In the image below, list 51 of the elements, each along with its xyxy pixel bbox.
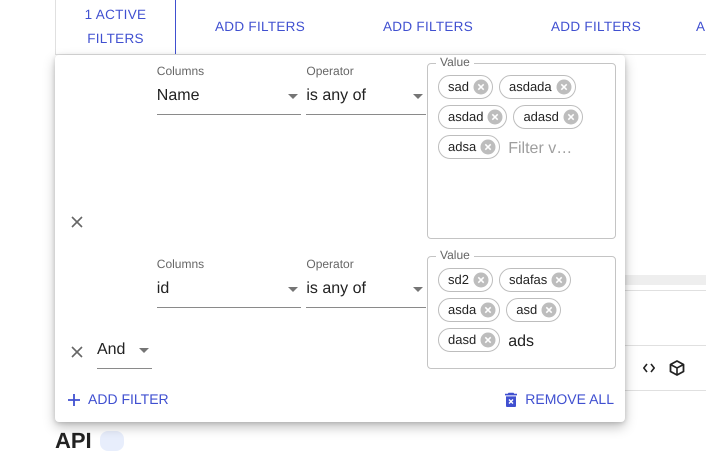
remove-icon[interactable]: [556, 79, 572, 95]
caret-icon: [138, 348, 149, 352]
value-chip[interactable]: sdafas: [498, 268, 572, 292]
field-label: Value: [436, 248, 474, 262]
remove-all-button[interactable]: REMOVE ALL: [503, 383, 616, 416]
remove-icon[interactable]: [551, 272, 568, 288]
value-chip[interactable]: dasd: [438, 328, 500, 352]
remove-icon[interactable]: [472, 79, 489, 95]
remove-icon[interactable]: [480, 332, 496, 348]
value-chip[interactable]: adsa: [438, 135, 500, 159]
remove-icon[interactable]: [480, 139, 496, 155]
toolbar-button[interactable]: ADD FILTERS: [344, 0, 512, 54]
operator-select[interactable]: is any of: [306, 271, 426, 308]
value-chip[interactable]: sad: [438, 75, 493, 99]
operator-select[interactable]: is any of: [306, 78, 426, 115]
value-chip[interactable]: asd: [506, 298, 562, 322]
page-heading: API: [55, 428, 92, 454]
toolbar-button[interactable]: ADD FILTERS: [512, 0, 680, 54]
trash-icon: [505, 392, 518, 407]
field-label: Columns: [156, 64, 206, 78]
field-label: Value: [436, 55, 474, 69]
value-chip[interactable]: asda: [438, 298, 500, 322]
cube-icon[interactable]: [669, 360, 685, 376]
remove-icon[interactable]: [487, 109, 504, 125]
caret-icon: [288, 94, 298, 98]
close-icon: [70, 346, 83, 358]
caret-icon: [413, 94, 424, 98]
field-label: Operator: [306, 64, 355, 78]
value-chip[interactable]: asdad: [438, 105, 508, 129]
value-chip[interactable]: sd2: [438, 268, 493, 292]
logic-operator-select[interactable]: And: [96, 332, 152, 369]
caret-icon: [288, 286, 298, 292]
field-label: Columns: [156, 257, 206, 271]
value-chip[interactable]: asdada: [498, 75, 576, 99]
close-icon: [70, 216, 83, 228]
toolbar-button[interactable]: 1 ACTIVE FILTERS: [56, 0, 176, 54]
toolbar-button[interactable]: A: [680, 0, 706, 54]
column-select[interactable]: id: [156, 271, 302, 308]
caret-icon: [413, 286, 424, 292]
field-label: Operator: [306, 257, 355, 271]
remove-icon[interactable]: [562, 109, 579, 125]
remove-icon[interactable]: [472, 272, 489, 288]
remove-icon[interactable]: [480, 302, 496, 318]
remove-icon[interactable]: [541, 302, 558, 318]
value-chip[interactable]: adasd: [513, 105, 583, 129]
tag-shape: [100, 431, 124, 452]
add-filter-button[interactable]: ADD FILTER: [66, 383, 171, 416]
plus-icon: [68, 394, 80, 406]
code-icon[interactable]: [643, 363, 655, 373]
toolbar-button[interactable]: ADD FILTERS: [176, 0, 344, 54]
column-select[interactable]: Name: [156, 78, 302, 115]
